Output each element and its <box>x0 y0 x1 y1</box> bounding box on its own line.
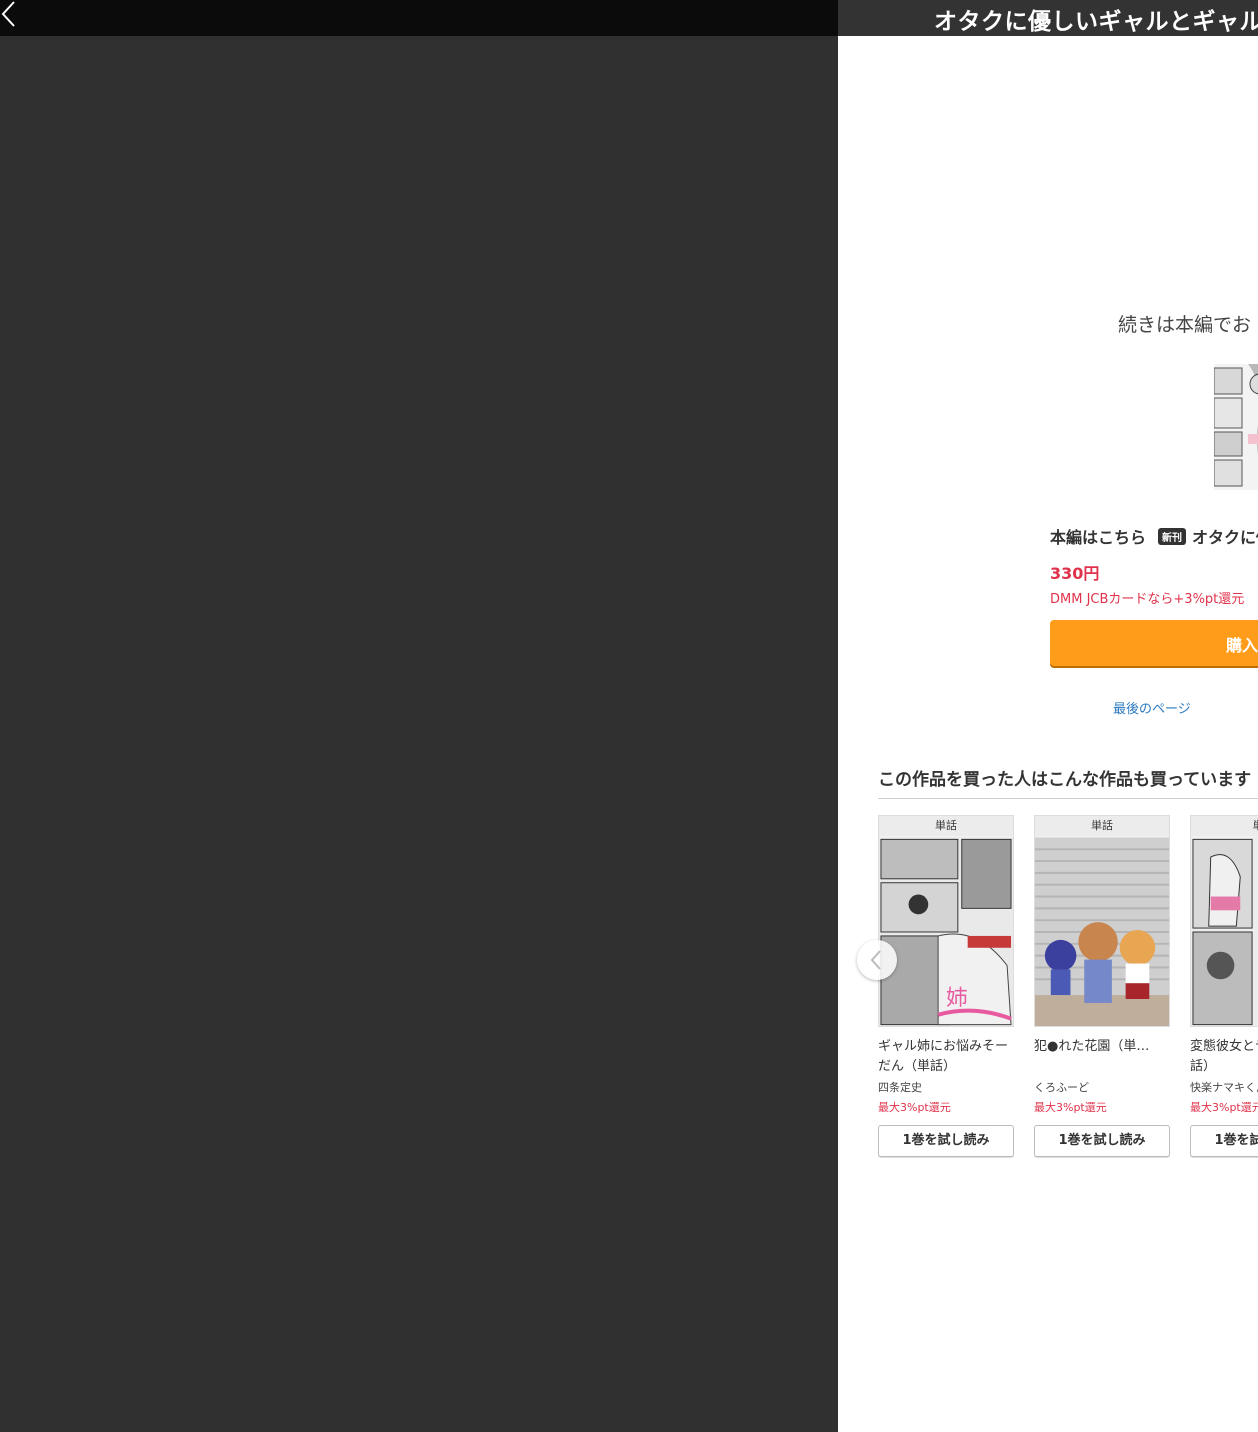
buy-button[interactable]: 購入 <box>1050 620 1258 666</box>
recommend-card[interactable]: 単 変態彼女とデート（単話） 快楽ナマキくん 最大3%pt還元 1巻を試し読み <box>1190 815 1258 1157</box>
price: 330円 <box>1050 564 1100 583</box>
chevron-left-icon <box>1 1 15 27</box>
recommend-section-title: この作品を買った人はこんな作品も買っています <box>878 770 1252 790</box>
continue-message: 続きは本編でお <box>1118 314 1252 336</box>
recommend-author[interactable]: 四条定史 <box>878 1079 1014 1095</box>
page-viewer-area <box>0 36 838 1432</box>
trial-read-button[interactable]: 1巻を試し読み <box>1034 1125 1170 1157</box>
cover-type-label: 単 <box>1191 816 1258 836</box>
new-badge: 新刊 <box>1158 528 1187 545</box>
recommend-cover[interactable]: 単 <box>1190 815 1258 1027</box>
reader-toolbar <box>0 0 838 36</box>
cover-image <box>1191 837 1258 1026</box>
recommend-cover[interactable]: 単話 姉 <box>878 815 1014 1027</box>
panel-title: オタクに優しいギャルとギャル <box>934 9 1258 35</box>
cover-type-label: 単話 <box>879 816 1013 836</box>
jcb-point-note: DMM JCBカードなら+3%pt還元 <box>1050 592 1245 607</box>
end-of-preview-panel: オタクに優しいギャルとギャル 続きは本編でお 本編はこちら新刊オタクに優 330… <box>838 0 1258 1432</box>
main-volume-cover[interactable] <box>1214 364 1258 490</box>
main-volume-row[interactable]: 本編はこちら新刊オタクに優 <box>1050 524 1258 548</box>
main-title: オタクに優 <box>1192 528 1258 547</box>
cover-image: 姉 <box>879 837 1013 1026</box>
last-page-link[interactable]: 最後のページ <box>1113 698 1191 717</box>
trial-read-button[interactable]: 1巻を試し読み <box>1190 1125 1258 1157</box>
section-divider <box>878 798 1258 799</box>
recommend-card[interactable]: 単話 犯●れた花園（単… くろふーど 最大3%pt還元 1巻を試し読み <box>1034 815 1170 1157</box>
recommend-title[interactable]: 変態彼女とデート（単話） <box>1190 1037 1258 1077</box>
recommend-point: 最大3%pt還元 <box>1034 1101 1107 1114</box>
recommend-author[interactable]: 快楽ナマキくん <box>1190 1079 1258 1095</box>
buy-button-label: 購入 <box>1226 636 1258 655</box>
panel-header: オタクに優しいギャルとギャル <box>838 0 1258 36</box>
chevron-left-icon <box>870 950 881 970</box>
recommend-cover[interactable]: 単話 <box>1034 815 1170 1027</box>
recommend-author[interactable]: くろふーど <box>1034 1079 1170 1095</box>
cover-image <box>1214 364 1258 490</box>
trial-read-button[interactable]: 1巻を試し読み <box>878 1125 1014 1157</box>
recommend-title[interactable]: ギャル姉にお悩みそーだん（単話） <box>878 1037 1014 1077</box>
recommend-title[interactable]: 犯●れた花園（単… <box>1034 1037 1170 1077</box>
back-button[interactable] <box>0 0 24 30</box>
recommend-point: 最大3%pt還元 <box>878 1101 951 1114</box>
recommend-card[interactable]: 単話 姉 ギャル姉にお悩みそーだん（単話） 四条定史 最大3%pt還元 1巻を試… <box>878 815 1014 1157</box>
svg-text:姉: 姉 <box>946 986 968 1011</box>
carousel-prev-button[interactable] <box>857 940 897 980</box>
main-prefix: 本編はこちら <box>1050 528 1147 547</box>
recommend-point: 最大3%pt還元 <box>1190 1101 1258 1114</box>
cover-image <box>1035 837 1169 1026</box>
cover-type-label: 単話 <box>1035 816 1169 836</box>
